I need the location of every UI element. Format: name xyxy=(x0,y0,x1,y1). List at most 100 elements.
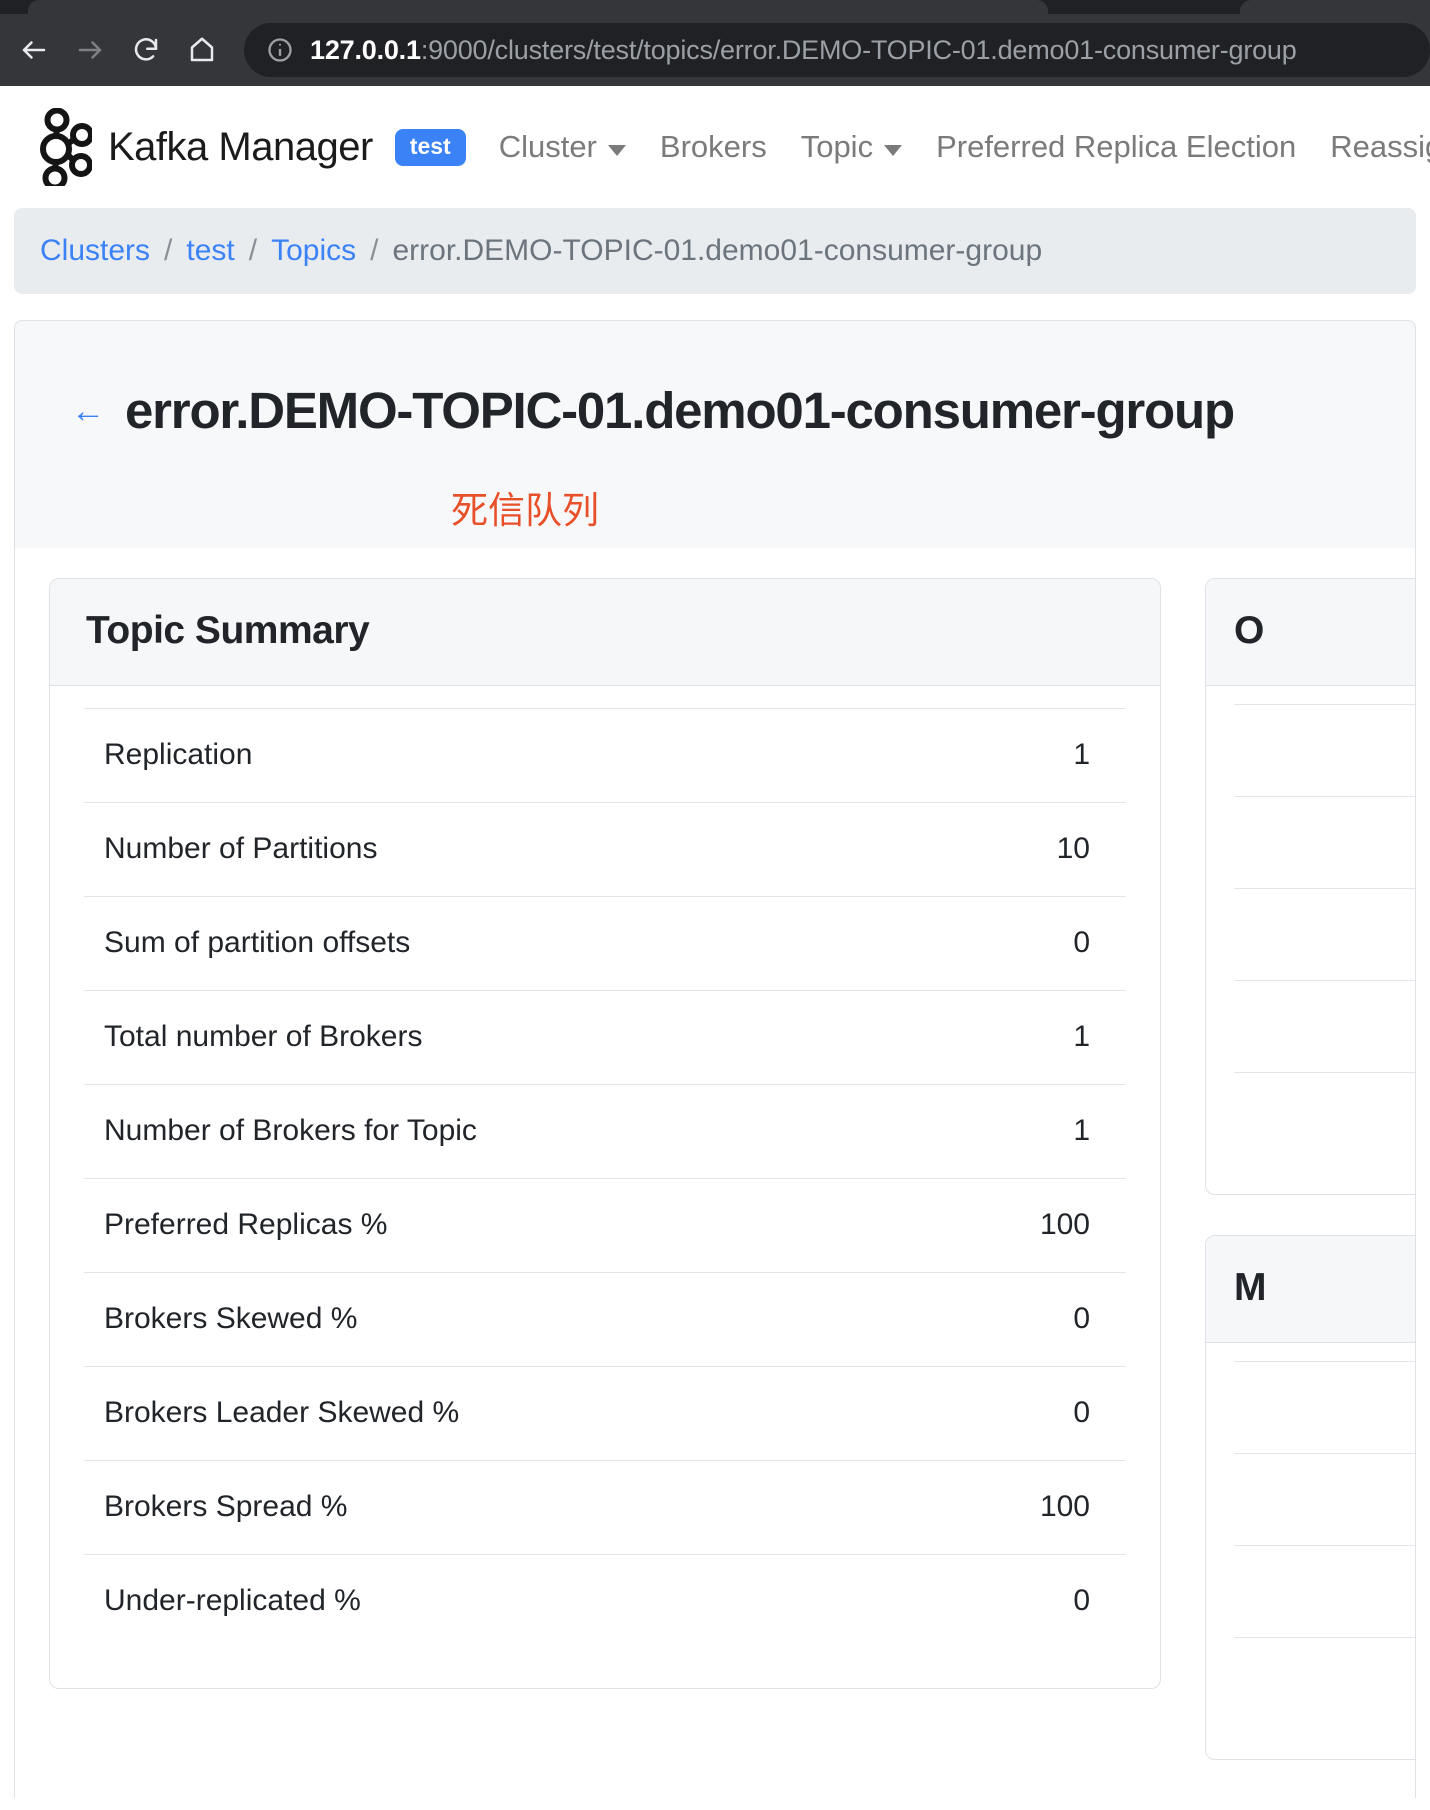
nav-item-brokers-label: Brokers xyxy=(660,129,767,165)
table-row: Brokers Spread % 100 xyxy=(84,1461,1126,1555)
url-path: :9000/clusters/test/topics/error.DEMO-TO… xyxy=(421,35,1297,65)
row-value: 100 xyxy=(913,1179,1126,1273)
home-icon[interactable] xyxy=(174,22,230,78)
breadcrumb-item-topics[interactable]: Topics xyxy=(271,234,356,268)
back-arrow-icon[interactable] xyxy=(6,22,62,78)
table-row: Sum of partition offsets 0 xyxy=(84,897,1126,991)
row-value: 1 xyxy=(913,709,1126,803)
row-value: 0 xyxy=(913,1367,1126,1461)
reload-icon[interactable] xyxy=(118,22,174,78)
row-value: 1 xyxy=(913,991,1126,1085)
breadcrumb-separator: / xyxy=(164,234,172,268)
side-card-operations-body xyxy=(1206,686,1416,1194)
side-card-operations: O xyxy=(1205,578,1416,1195)
browser-tabstrip xyxy=(0,0,1430,14)
page-header: ← error.DEMO-TOPIC-01.demo01-consumer-gr… xyxy=(14,320,1416,548)
topic-summary-header: Topic Summary xyxy=(50,579,1160,686)
site-info-icon[interactable] xyxy=(266,36,294,64)
breadcrumb-separator: / xyxy=(249,234,257,268)
row-value: 1 xyxy=(913,1085,1126,1179)
page-title: error.DEMO-TOPIC-01.demo01-consumer-grou… xyxy=(125,381,1234,440)
page-title-row: ← error.DEMO-TOPIC-01.demo01-consumer-gr… xyxy=(15,347,1415,474)
row-key: Brokers Skewed % xyxy=(84,1273,913,1367)
row-value: 10 xyxy=(913,803,1126,897)
side-card-operations-header: O xyxy=(1206,579,1416,686)
row-key: Total number of Brokers xyxy=(84,991,913,1085)
row-key: Brokers Spread % xyxy=(84,1461,913,1555)
row-value: 0 xyxy=(913,897,1126,991)
list-item xyxy=(1234,1637,1416,1729)
nav-item-cluster-label: Cluster xyxy=(499,129,597,165)
table-row: Replication 1 xyxy=(84,709,1126,803)
row-value: 100 xyxy=(913,1461,1126,1555)
list-item xyxy=(1234,796,1416,888)
cluster-badge[interactable]: test xyxy=(395,129,466,166)
list-item xyxy=(1234,1545,1416,1637)
back-link-icon[interactable]: ← xyxy=(71,394,105,428)
table-row: Total number of Brokers 1 xyxy=(84,991,1126,1085)
breadcrumb-current: error.DEMO-TOPIC-01.demo01-consumer-grou… xyxy=(392,234,1042,268)
page-body: Topic Summary Replication 1 Number of Pa… xyxy=(14,548,1416,1798)
kafka-logo-icon xyxy=(30,108,92,186)
nav-item-topic[interactable]: Topic xyxy=(784,129,919,165)
breadcrumb-item-clusters[interactable]: Clusters xyxy=(40,234,150,268)
side-card-metrics-title: M xyxy=(1234,1266,1266,1309)
list-item xyxy=(1234,704,1416,796)
cards-row: Topic Summary Replication 1 Number of Pa… xyxy=(15,578,1415,1798)
main-column: Topic Summary Replication 1 Number of Pa… xyxy=(49,578,1161,1689)
forward-arrow-icon[interactable] xyxy=(62,22,118,78)
browser-tab-secondary[interactable] xyxy=(1240,0,1430,14)
browser-chrome: 127.0.0.1:9000/clusters/test/topics/erro… xyxy=(0,0,1430,86)
list-item xyxy=(1234,980,1416,1072)
table-row: Preferred Replicas % 100 xyxy=(84,1179,1126,1273)
side-card-metrics-header: M xyxy=(1206,1236,1416,1343)
topic-summary-card: Topic Summary Replication 1 Number of Pa… xyxy=(49,578,1161,1689)
breadcrumb-wrapper: Clusters / test / Topics / error.DEMO-TO… xyxy=(0,208,1430,294)
nav-item-topic-label: Topic xyxy=(801,129,873,165)
list-item xyxy=(1234,1453,1416,1545)
nav-item-brokers[interactable]: Brokers xyxy=(643,129,784,165)
brand[interactable]: Kafka Manager xyxy=(30,108,373,186)
table-row: Under-replicated % 0 xyxy=(84,1555,1126,1649)
breadcrumb-separator: / xyxy=(370,234,378,268)
nav-item-reassign-partitions[interactable]: Reassign Partitions xyxy=(1313,129,1430,165)
row-key: Number of Brokers for Topic xyxy=(84,1085,913,1179)
table-row: Number of Partitions 10 xyxy=(84,803,1126,897)
list-item xyxy=(1234,1072,1416,1164)
row-key: Replication xyxy=(84,709,913,803)
url-host: 127.0.0.1 xyxy=(310,35,421,65)
table-row: Number of Brokers for Topic 1 xyxy=(84,1085,1126,1179)
breadcrumb: Clusters / test / Topics / error.DEMO-TO… xyxy=(14,208,1416,294)
topic-summary-title: Topic Summary xyxy=(86,609,369,652)
list-item xyxy=(1234,888,1416,980)
row-key: Sum of partition offsets xyxy=(84,897,913,991)
chevron-down-icon xyxy=(608,145,626,156)
breadcrumb-item-test[interactable]: test xyxy=(186,234,234,268)
side-card-operations-title: O xyxy=(1234,609,1264,652)
row-key: Brokers Leader Skewed % xyxy=(84,1367,913,1461)
app-navbar: Kafka Manager test Cluster Brokers Topic… xyxy=(0,86,1430,208)
annotation-dead-letter-queue: 死信队列 xyxy=(15,480,1415,534)
side-column: O M xyxy=(1205,578,1416,1798)
row-value: 0 xyxy=(913,1273,1126,1367)
browser-toolbar: 127.0.0.1:9000/clusters/test/topics/erro… xyxy=(0,14,1430,86)
table-row: Brokers Skewed % 0 xyxy=(84,1273,1126,1367)
topic-summary-body: Replication 1 Number of Partitions 10 Su… xyxy=(50,686,1160,1688)
nav-item-preferred-replica-election[interactable]: Preferred Replica Election xyxy=(919,129,1313,165)
side-card-metrics: M xyxy=(1205,1235,1416,1760)
row-key: Number of Partitions xyxy=(84,803,913,897)
row-key: Under-replicated % xyxy=(84,1555,913,1649)
topic-summary-table: Replication 1 Number of Partitions 10 Su… xyxy=(84,708,1126,1648)
brand-name: Kafka Manager xyxy=(108,125,373,170)
browser-tab-active[interactable] xyxy=(28,0,1048,14)
nav-item-preferred-replica-election-label: Preferred Replica Election xyxy=(936,129,1296,165)
address-bar[interactable]: 127.0.0.1:9000/clusters/test/topics/erro… xyxy=(244,23,1430,77)
address-bar-url: 127.0.0.1:9000/clusters/test/topics/erro… xyxy=(310,35,1297,66)
nav-item-reassign-partitions-label: Reassign Partitions xyxy=(1330,129,1430,165)
row-value: 0 xyxy=(913,1555,1126,1649)
side-card-metrics-body xyxy=(1206,1343,1416,1759)
nav-item-cluster[interactable]: Cluster xyxy=(482,129,643,165)
table-row: Brokers Leader Skewed % 0 xyxy=(84,1367,1126,1461)
row-key: Preferred Replicas % xyxy=(84,1179,913,1273)
chevron-down-icon xyxy=(884,145,902,156)
